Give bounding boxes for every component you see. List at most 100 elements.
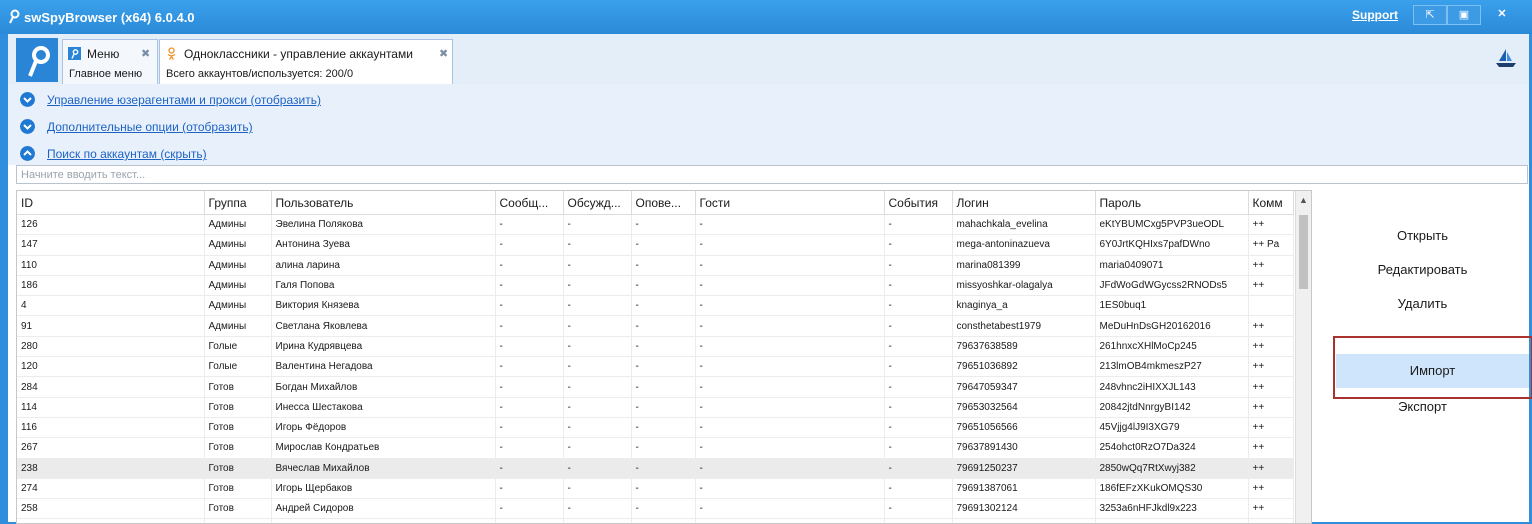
table-cell: -: [563, 478, 632, 500]
tab-close-icon[interactable]: ✖: [141, 47, 150, 60]
column-header[interactable]: Сообщ...: [495, 191, 564, 215]
close-window-icon[interactable]: ✕: [1485, 5, 1519, 23]
table-cell: 282: [17, 518, 205, 523]
table-cell: -: [495, 437, 564, 459]
table-cell: -: [495, 356, 564, 378]
table-cell: 258: [17, 498, 205, 520]
table-cell: -: [695, 478, 885, 500]
table-row[interactable]: 186 Админы Галя Попова - - - - - missyoshkar-ola…: [17, 275, 1294, 297]
table-cell: -: [631, 437, 696, 459]
table-cell: -: [695, 255, 885, 276]
column-header[interactable]: Пароль: [1095, 191, 1249, 215]
table-cell: Админы: [204, 234, 272, 256]
table-cell: ++: [1248, 315, 1294, 337]
table-cell: 4: [17, 295, 205, 317]
table-row[interactable]: 110 Админы алина ларина - - - - - marina081399 ma…: [17, 255, 1294, 276]
table-cell: Админы: [204, 214, 272, 236]
table-cell: ++: [1248, 518, 1294, 523]
scroll-up-icon[interactable]: ▲: [1299, 195, 1308, 205]
panel-account-search-link[interactable]: Поиск по аккаунтам (скрыть): [47, 147, 207, 161]
search-box: [16, 165, 1528, 184]
table-row[interactable]: 120 Голые Валентина Негадова - - - - -796510368…: [17, 356, 1294, 378]
column-header[interactable]: Комм: [1248, 191, 1294, 215]
table-cell: 254ohct0RzO7Da324: [1095, 437, 1249, 459]
table-cell: Админы: [204, 275, 272, 297]
column-header[interactable]: События: [884, 191, 953, 215]
table-cell: 79691302124: [952, 498, 1096, 520]
options-panels: Управление юзерагентами и прокси (отобра…: [8, 84, 1529, 165]
table-cell: Инесса Шестакова: [271, 397, 496, 418]
table-cell: Готов: [204, 397, 272, 418]
table-cell: -: [631, 275, 696, 297]
table-cell: -: [631, 214, 696, 236]
table-cell: -: [495, 498, 564, 520]
column-header[interactable]: Пользователь: [271, 191, 496, 215]
tab-menu[interactable]: Меню ✖ Главное меню: [62, 39, 158, 84]
table-cell: -: [563, 356, 632, 378]
chevron-down-icon[interactable]: [20, 119, 35, 134]
table-row[interactable]: 258 Готов Андрей Сидоров - - - - -79691302124 32…: [17, 498, 1294, 520]
table-row[interactable]: 126 Админы Эвелина Полякова - - - - - mahachkala…: [17, 214, 1294, 236]
table-cell: marina081399: [952, 255, 1096, 276]
table-row[interactable]: 4 Админы Виктория Князева - - - - - knaginya_a 1E…: [17, 295, 1294, 317]
table-row[interactable]: 267 Готов Мирослав Кондратьев - - - - -79637891…: [17, 437, 1294, 459]
table-cell: ++: [1248, 417, 1294, 439]
table-cell: -: [631, 417, 696, 439]
table-row[interactable]: 238 Готов Вячеслав Михайлов - - - - -7969125023…: [17, 458, 1294, 479]
table-cell: -: [884, 417, 953, 439]
table-cell: -: [884, 275, 953, 297]
edit-button[interactable]: Редактировать: [1316, 262, 1529, 282]
column-header[interactable]: Опове...: [631, 191, 696, 215]
table-row[interactable]: 114 Готов Инесса Шестакова - - - - -79653032564…: [17, 397, 1294, 418]
table-row[interactable]: 274 Готов Игорь Щербаков - - - - -79691387061 18…: [17, 478, 1294, 500]
ship-icon[interactable]: [1495, 48, 1517, 68]
table-cell: 186fEFzXKukOMQS30: [1095, 478, 1249, 500]
table-cell: Виктория Князева: [271, 295, 496, 317]
table-cell: ++: [1248, 275, 1294, 297]
title-bar: swSpyBrowser (x64) 6.0.4.0 Support ⇱ ▣ ✕: [0, 0, 1532, 34]
odnoklassniki-icon: [167, 47, 176, 60]
tab-close-icon[interactable]: ✖: [439, 47, 448, 60]
table-cell: 485gP8VVaKBRGu417: [1095, 518, 1249, 523]
chevron-up-icon[interactable]: [20, 146, 35, 161]
table-cell: 1ES0buq1: [1095, 295, 1249, 317]
table-cell: 267: [17, 437, 205, 459]
maximize-icon[interactable]: ▣: [1447, 5, 1481, 25]
column-header[interactable]: Группа: [204, 191, 272, 215]
table-row[interactable]: 284 Готов Богдан Михайлов - - - - -79647059347 2…: [17, 376, 1294, 398]
table-cell: -: [695, 458, 885, 479]
tab-odnoklassniki[interactable]: Одноклассники - управление аккаунтами ✖ …: [159, 39, 453, 84]
table-cell: Ирина Кудрявцева: [271, 336, 496, 358]
search-input[interactable]: [17, 166, 1527, 183]
vertical-scrollbar[interactable]: ▲: [1295, 191, 1311, 523]
table-row[interactable]: 280 Голые Ирина Кудрявцева - - - - -79637638589…: [17, 336, 1294, 358]
table-cell: -: [495, 458, 564, 479]
table-row[interactable]: 116 Готов Игорь Фёдоров - - - - -79651056566 45V…: [17, 417, 1294, 439]
table-row[interactable]: 282ГотовСтанислав Сидоров-----7969138934…: [17, 518, 1294, 523]
column-header[interactable]: Гости: [695, 191, 885, 215]
panel-useragents-link[interactable]: Управление юзерагентами и прокси (отобра…: [47, 93, 321, 107]
scrollbar-thumb[interactable]: [1299, 215, 1308, 289]
table-cell: Антонина Зуева: [271, 234, 496, 256]
delete-button[interactable]: Удалить: [1316, 296, 1529, 316]
table-cell: -: [884, 255, 953, 276]
table-row[interactable]: 91 Админы Светлана Яковлева - - - - - consthetab…: [17, 315, 1294, 337]
export-button[interactable]: Экспорт: [1316, 399, 1529, 419]
table-cell: -: [695, 214, 885, 236]
table-cell: MeDuHnDsGH20162016: [1095, 315, 1249, 337]
app-logo[interactable]: [16, 38, 58, 82]
column-header[interactable]: ID: [17, 191, 205, 215]
open-button[interactable]: Открыть: [1316, 228, 1529, 248]
table-cell: -: [495, 295, 564, 317]
chevron-down-icon[interactable]: [20, 92, 35, 107]
table-row[interactable]: 147 Админы Антонина Зуева - - - - - mega-antonin…: [17, 234, 1294, 256]
column-header[interactable]: Обсужд...: [563, 191, 632, 215]
panel-extra-options-link[interactable]: Дополнительные опции (отобразить): [47, 120, 253, 134]
table-cell: -: [631, 255, 696, 276]
table-cell: Готов: [204, 417, 272, 439]
table-cell: -: [695, 417, 885, 439]
support-link[interactable]: Support: [1352, 8, 1398, 22]
table-cell: Готов: [204, 518, 272, 523]
column-header[interactable]: Логин: [952, 191, 1096, 215]
restore-icon[interactable]: ⇱: [1413, 5, 1447, 25]
